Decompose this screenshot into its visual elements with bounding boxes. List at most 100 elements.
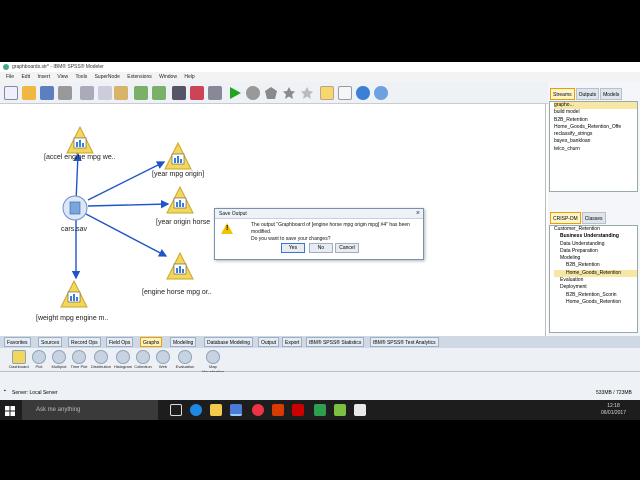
tab-streams[interactable]: Streams xyxy=(550,88,575,100)
globe-icon[interactable] xyxy=(356,86,370,100)
star-outline-icon[interactable] xyxy=(300,86,314,100)
menu-edit[interactable]: Edit xyxy=(21,72,30,82)
spss-modeler-taskbar-icon[interactable] xyxy=(230,404,242,416)
graphboard-node-year-origin[interactable] xyxy=(166,185,194,214)
tree-item[interactable]: Home_Goods_Retention xyxy=(554,299,637,306)
palette-tab-field-ops[interactable]: Field Ops xyxy=(106,337,134,347)
source-node-cars[interactable] xyxy=(62,195,88,221)
app-icon-c[interactable] xyxy=(354,404,366,416)
print-icon[interactable] xyxy=(58,86,72,100)
warning-icon: ! xyxy=(221,223,233,234)
menu-file[interactable]: File xyxy=(6,72,14,82)
tree-item[interactable]: B2B_Retention_Scorin xyxy=(554,292,637,299)
link-engine-horse xyxy=(85,213,168,257)
tree-item[interactable]: B2B_Retention xyxy=(554,262,637,269)
graphboard-node-year-mpg[interactable] xyxy=(164,141,192,170)
memory-status: 533MB / 723MB xyxy=(596,390,632,396)
star-icon[interactable] xyxy=(282,86,296,100)
palette-tab-favorites[interactable]: Favorites xyxy=(4,337,31,347)
menu-tools[interactable]: Tools xyxy=(76,72,88,82)
palette-tab-record-ops[interactable]: Record Ops xyxy=(68,337,101,347)
palette-tab-sources[interactable]: Sources xyxy=(38,337,63,347)
edit-icon[interactable] xyxy=(190,86,204,100)
stream-item[interactable]: build model xyxy=(554,109,637,116)
palette-tab-text-analytics[interactable]: IBM® SPSS® Text Analytics xyxy=(370,337,439,347)
open-icon[interactable] xyxy=(22,86,36,100)
graphboard-node-weight[interactable] xyxy=(60,279,88,308)
taskbar-search-input[interactable]: Ask me anything xyxy=(22,400,158,420)
stream-item[interactable]: bayes_bankloan xyxy=(554,138,637,145)
windows-start-icon[interactable] xyxy=(4,404,16,416)
stream-item[interactable]: telco_churn xyxy=(554,146,637,153)
tree-item[interactable]: Modeling xyxy=(554,255,637,262)
tree-item[interactable]: Evaluation xyxy=(554,277,637,284)
menu-view[interactable]: View xyxy=(57,72,68,82)
pentagon-icon[interactable] xyxy=(264,86,278,100)
save-icon[interactable] xyxy=(40,86,54,100)
palette-node-map-visualization[interactable]: Map Visualization xyxy=(198,350,228,374)
edge-icon[interactable] xyxy=(190,404,202,416)
cancel-button[interactable]: Cancel xyxy=(335,243,359,253)
server-status[interactable]: Server: Local Server xyxy=(12,390,58,396)
palette-node-evaluation[interactable]: Evaluation xyxy=(172,350,198,369)
palette-tab-graphs[interactable]: Graphs xyxy=(140,337,163,347)
tab-models[interactable]: Models xyxy=(600,88,623,100)
graphboard-node-accel[interactable] xyxy=(66,125,94,154)
menu-window[interactable]: Window xyxy=(159,72,177,82)
stop-icon[interactable] xyxy=(246,86,260,100)
palette-tab-export[interactable]: Export xyxy=(282,337,303,347)
zoom-icon[interactable] xyxy=(208,86,222,100)
run-icon[interactable] xyxy=(228,86,242,100)
tree-item[interactable]: Data Understanding xyxy=(554,241,637,248)
no-button[interactable]: No xyxy=(309,243,333,253)
tree-item[interactable]: Home_Goods_Retention xyxy=(554,269,637,278)
tree-item[interactable]: Customer_Retention xyxy=(554,226,637,233)
palette-tab-output[interactable]: Output xyxy=(258,337,280,347)
comment-icon[interactable] xyxy=(338,86,352,100)
undo-icon[interactable] xyxy=(134,86,148,100)
stream-item[interactable]: grapho... xyxy=(554,102,637,110)
app-icon-green[interactable] xyxy=(334,404,346,416)
tab-outputs[interactable]: Outputs xyxy=(575,88,600,100)
dashboard-icon xyxy=(12,350,26,364)
tab-crisp-dm[interactable]: CRISP-DM xyxy=(550,212,581,224)
excel-icon[interactable] xyxy=(314,404,326,416)
server-status-icon: ▪ xyxy=(4,388,6,394)
paste-icon[interactable] xyxy=(114,86,128,100)
dialog-title: Save Output xyxy=(215,209,423,219)
tree-item[interactable]: Data Preparation xyxy=(554,248,637,255)
copy-icon[interactable] xyxy=(98,86,112,100)
yes-button[interactable]: Yes xyxy=(281,243,305,253)
tab-classes[interactable]: Classes xyxy=(581,212,606,224)
palette-tab-statistics[interactable]: IBM® SPSS® Statistics xyxy=(306,337,365,347)
task-view-icon[interactable] xyxy=(170,404,182,416)
powerpoint-icon[interactable] xyxy=(272,404,284,416)
acrobat-icon[interactable] xyxy=(292,404,304,416)
menu-help[interactable]: Help xyxy=(184,72,194,82)
redo-icon[interactable] xyxy=(152,86,166,100)
menu-insert[interactable]: Insert xyxy=(37,72,50,82)
close-icon[interactable]: × xyxy=(416,209,420,219)
window-titlebar[interactable]: graphboards.str* - IBM® SPSS® Modeler xyxy=(0,62,640,72)
stream-item[interactable]: Home_Goods_Retention_Offe xyxy=(554,124,637,131)
annotation-icon[interactable] xyxy=(320,86,334,100)
tree-item[interactable]: Business Understanding xyxy=(554,233,637,240)
graphboard-node-engine-horse[interactable] xyxy=(166,251,194,280)
palette-node-label: Time Plot xyxy=(70,364,88,369)
node-label-year-mpg: [year mpg origin] xyxy=(152,171,205,178)
taskbar-clock[interactable]: 12:18 06/01/2017 xyxy=(601,403,626,417)
palette-tab-modeling[interactable]: Modeling xyxy=(170,337,197,347)
menu-supernode[interactable]: SuperNode xyxy=(95,72,120,82)
layout-icon[interactable] xyxy=(374,86,388,100)
new-stream-icon[interactable] xyxy=(4,86,18,100)
palette-tab-database-modeling[interactable]: Database Modeling xyxy=(204,337,254,347)
link-year-mpg xyxy=(87,161,166,201)
chrome-icon[interactable] xyxy=(252,404,264,416)
menu-extensions[interactable]: Extensions xyxy=(127,72,151,82)
tree-item[interactable]: Deployment xyxy=(554,284,637,291)
file-explorer-icon[interactable] xyxy=(210,404,222,416)
stream-item[interactable]: B2B_Retention xyxy=(554,117,637,124)
stream-item[interactable]: reclassify_strings xyxy=(554,131,637,138)
cut-icon[interactable] xyxy=(80,86,94,100)
find-icon[interactable] xyxy=(172,86,186,100)
